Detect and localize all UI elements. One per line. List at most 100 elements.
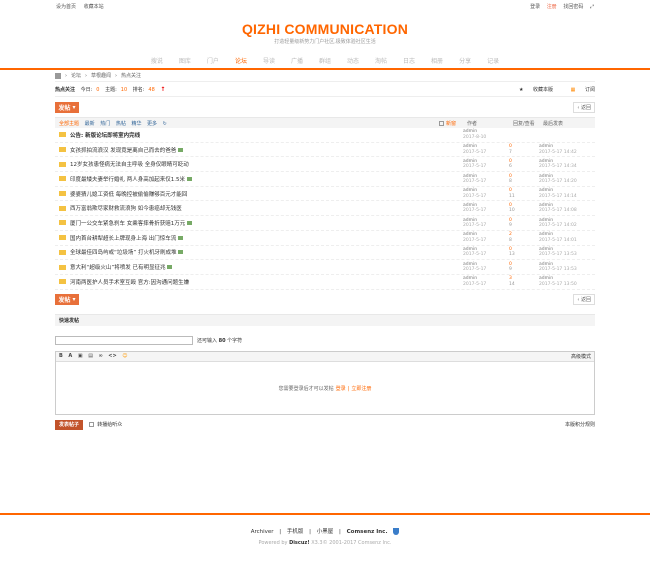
last-post-time[interactable]: 2017-5-17 13:53	[539, 267, 577, 272]
breadcrumb-item[interactable]: 草根趣闻	[91, 72, 111, 79]
thread-title[interactable]: 厦门一公交车紧急刹车 女乘客摔骨折获赔1万元	[70, 221, 185, 227]
last-post-user[interactable]: admin	[539, 262, 553, 267]
thread-title[interactable]: 河南两医护人员手术室互殴 官方:因沟通问题生嫌	[70, 280, 189, 286]
code-icon[interactable]: <>	[108, 353, 116, 359]
bookmark-site-link[interactable]: 收藏本站	[84, 4, 104, 10]
last-post-user[interactable]: admin	[539, 232, 553, 237]
table-row[interactable]: 国内首台耕犁超长上牌现身上海 出门惊车流 admin 2017-5-17 2 8 admi…	[55, 231, 595, 246]
table-row[interactable]: 厦门一公交车紧急刹车 女乘客摔骨折获赔1万元 admin 2017-5-17 0 9 ad…	[55, 216, 595, 231]
nav-item[interactable]: 相册	[423, 56, 451, 65]
notify-checkbox[interactable]	[88, 421, 94, 427]
table-row[interactable]: 女孩抓拍流浪汉 发现竟是离自己而去的爸爸 admin 2017-5-17 0 7 admi…	[55, 143, 595, 158]
editor-register-link[interactable]: 立即注册	[351, 385, 371, 392]
expand-icon[interactable]: ⤢	[590, 4, 594, 10]
archiver-link[interactable]: Archiver	[251, 529, 274, 535]
filter-more[interactable]: 更多	[147, 121, 157, 127]
table-row[interactable]: 意大利“超级火山”将喷发 已有明显征兆 admin 2017-5-17 0 9 admin…	[55, 260, 595, 275]
thread-title[interactable]: 女孩抓拍流浪汉 发现竟是离自己而去的爸爸	[70, 148, 176, 154]
thread-title[interactable]: 12岁女孩患怪病无法自主呼吸 全身仅眼睛可眨动	[70, 162, 189, 168]
return-button-bottom[interactable]: ‹ 返回	[573, 294, 595, 306]
thread-title[interactable]: 意大利“超级火山”将喷发 已有明显征兆	[70, 265, 165, 271]
last-post-user[interactable]: admin	[539, 276, 553, 281]
refresh-icon[interactable]: ↻	[163, 121, 167, 127]
table-row[interactable]: 印度最矮夫妻举行婚礼 两人身高加起来仅1.5米 admin 2017-5-17 0 8 a…	[55, 172, 595, 187]
last-post-time[interactable]: 2017-5-17 14:02	[539, 223, 577, 228]
thread-title[interactable]: 印度最矮夫妻举行婚礼 两人身高加起来仅1.5米	[70, 177, 185, 183]
table-row[interactable]: 全球最佳四岛屿或“垃圾场” 打火机牙刷成堆 admin 2017-5-17 0 13 ad…	[55, 246, 595, 261]
last-post-user[interactable]: admin	[539, 188, 553, 193]
last-post-time[interactable]: 2017-5-17 14:08	[539, 208, 577, 213]
login-link[interactable]: 登录	[530, 4, 540, 10]
new-window-checkbox[interactable]	[439, 120, 444, 126]
last-post-time[interactable]: 2017-5-17 14:01	[539, 238, 577, 243]
comsenz-link[interactable]: Comsenz Inc.	[347, 529, 388, 535]
author-name[interactable]: admin	[463, 218, 477, 223]
reply-count[interactable]: 0	[509, 188, 512, 193]
last-post-time[interactable]: 2017-5-17 13:50	[539, 282, 577, 287]
nav-item[interactable]: 导读	[255, 56, 283, 65]
subject-input[interactable]	[55, 335, 193, 345]
last-post-time[interactable]: 2017-5-17 14:42	[539, 150, 577, 155]
nav-item[interactable]: 门户	[199, 56, 227, 65]
editor-login-link[interactable]: 登录	[336, 385, 346, 392]
credit-rules-link[interactable]: 本版积分规则	[565, 421, 595, 428]
thread-title[interactable]: 西万富翁欺尽家财救流浪狗 如今患癌却无钱医	[70, 206, 182, 212]
advanced-mode-link[interactable]: 高级模式	[571, 353, 591, 360]
filter-latest[interactable]: 最新	[85, 121, 95, 127]
reply-count[interactable]: 0	[509, 144, 512, 149]
editor-body[interactable]: 您需要登录后才可以发帖 登录 | 立即注册	[56, 362, 594, 416]
author-name[interactable]: admin	[463, 188, 477, 193]
filter-all[interactable]: 全部主题	[59, 121, 79, 127]
favorite-button[interactable]: ★ 收藏本版	[511, 87, 553, 93]
thread-title[interactable]: 全球最佳四岛屿或“垃圾场” 打火机牙刷成堆	[70, 250, 176, 256]
table-row[interactable]: 河南两医护人员手术室互殴 官方:因沟通问题生嫌 admin 2017-5-17 3 14…	[55, 275, 595, 290]
nav-item[interactable]: 日志	[395, 56, 423, 65]
filter-digest[interactable]: 精华	[131, 121, 141, 127]
reply-count[interactable]: 0	[509, 174, 512, 179]
blacklist-link[interactable]: 小黑屋	[317, 529, 334, 535]
reply-count[interactable]: 2	[509, 232, 512, 237]
last-post-time[interactable]: 2017-5-17 13:53	[539, 252, 577, 257]
site-logo[interactable]: QIZHI COMMUNICATION	[0, 21, 650, 37]
last-post-time[interactable]: 2017-5-17 14:34	[539, 164, 577, 169]
home-icon[interactable]	[55, 72, 61, 79]
thread-title[interactable]: 国内首台耕犁超长上牌现身上海 出门惊车流	[70, 236, 176, 242]
reply-count[interactable]: 0	[509, 262, 512, 267]
table-row[interactable]: 12岁女孩患怪病无法自主呼吸 全身仅眼睛可眨动 admin 2017-5-17 0 6 a…	[55, 157, 595, 173]
author-name[interactable]: admin	[463, 144, 477, 149]
register-link[interactable]: 注册	[547, 4, 557, 10]
nav-item[interactable]: 动态	[339, 56, 367, 65]
forgot-password-link[interactable]: 找回密码	[563, 4, 583, 10]
thread-title[interactable]: 婆婆猜儿媳工资低 每晚控被偷偷赚够百元才能回	[70, 192, 187, 198]
table-row[interactable]: 婆婆猜儿媳工资低 每晚控被偷偷赚够百元才能回 admin 2017-5-17 0 11 a…	[55, 187, 595, 202]
nav-item[interactable]: 搜说	[143, 56, 171, 65]
font-color-icon[interactable]: A	[68, 353, 72, 359]
post-button-bottom[interactable]: 发帖 ▾	[55, 294, 79, 306]
breadcrumb-item[interactable]: 论坛	[71, 72, 81, 79]
post-button[interactable]: 发帖 ▾	[55, 101, 79, 113]
nav-item[interactable]: 淘帖	[367, 56, 395, 65]
author-name[interactable]: admin	[463, 276, 477, 281]
submit-post-button[interactable]: 发表帖子	[55, 419, 84, 430]
thread-title[interactable]: 公告: 新版论坛即将室内完线	[70, 133, 140, 139]
bold-icon[interactable]: B	[59, 353, 63, 359]
last-post-user[interactable]: admin	[539, 144, 553, 149]
author-name[interactable]: admin	[463, 232, 477, 237]
author-name[interactable]: admin	[463, 262, 477, 267]
last-post-time[interactable]: 2017-5-17 14:14	[539, 194, 577, 199]
smiley-icon[interactable]: ☺	[122, 353, 127, 359]
nav-item[interactable]: 分享	[451, 56, 479, 65]
attachment-icon[interactable]: ▤	[88, 353, 93, 359]
filter-hot-thread[interactable]: 热帖	[116, 121, 126, 127]
reply-count[interactable]: 3	[509, 276, 512, 281]
breadcrumb-item[interactable]: 热点关注	[121, 72, 141, 79]
table-row[interactable]: 西万富翁欺尽家财救流浪狗 如今患癌却无钱医 admin 2017-5-17 0 10 ad…	[55, 201, 595, 217]
nav-item[interactable]: 群组	[311, 56, 339, 65]
image-icon[interactable]: ▣	[78, 353, 83, 359]
discuz-link[interactable]: Discuz!	[289, 540, 310, 546]
link-icon[interactable]: ∞	[99, 353, 103, 359]
last-post-time[interactable]: 2017-5-17 14:20	[539, 179, 577, 184]
last-post-user[interactable]: admin	[539, 174, 553, 179]
subscribe-button[interactable]: ▦ 订阅	[563, 87, 595, 93]
mobile-link[interactable]: 手机版	[287, 529, 304, 535]
